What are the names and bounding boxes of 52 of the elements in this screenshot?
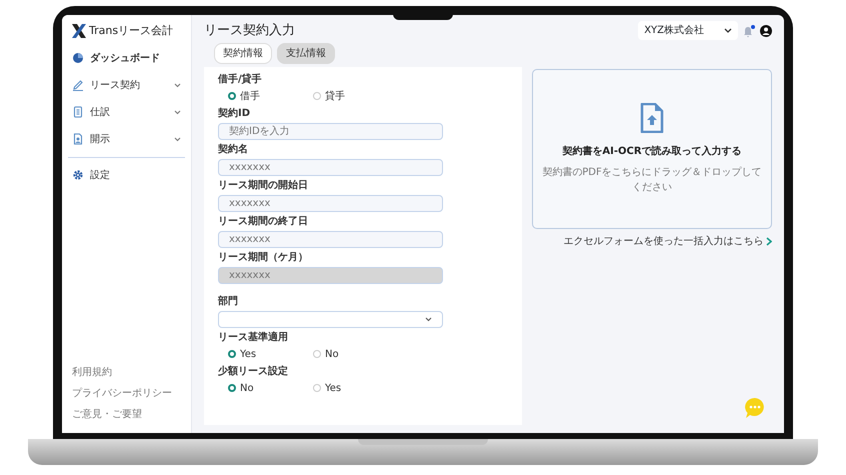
field-label: リース基準適用	[218, 330, 289, 344]
field-label: リース期間の終了日	[218, 214, 309, 228]
sidebar-item[interactable]: リース契約	[68, 72, 185, 98]
select-field[interactable]	[218, 310, 443, 328]
tab[interactable]: 支払情報	[277, 43, 335, 64]
chevron-down-icon	[174, 136, 181, 142]
footer-link[interactable]: ご意見・ご要望	[68, 404, 185, 425]
upload-title: 契約書をAI-OCRで読み取って入力する	[562, 144, 742, 159]
radio-option[interactable]: No	[228, 380, 298, 396]
chevron-down-icon	[174, 82, 181, 88]
user-icon[interactable]	[760, 24, 772, 37]
input-field[interactable]: xxxxxxx	[218, 194, 443, 212]
excel-bulk-input-link[interactable]: エクセルフォームを使った一括入力はこちら	[564, 234, 764, 249]
chevron-down-icon	[724, 28, 732, 34]
brand-name: Transリース会計	[89, 23, 174, 39]
dashboard-icon	[72, 52, 84, 64]
file-upload-icon	[640, 103, 664, 133]
chevron-down-icon	[425, 316, 432, 322]
pencil-icon	[72, 79, 84, 91]
field-label: 契約名	[218, 142, 249, 156]
radio-option[interactable]: 借手	[228, 88, 298, 104]
footer-link[interactable]: プライバシーポリシー	[68, 383, 185, 404]
input-field[interactable]: xxxxxxx	[218, 158, 443, 176]
input-field[interactable]: xxxxxxx	[218, 230, 443, 248]
sidebar-item[interactable]: 設定	[68, 162, 185, 188]
document-icon	[72, 106, 84, 118]
field-label: 部門	[218, 294, 239, 308]
upload-description: 契約書のPDFをこちらにドラッグ＆ドロップしてください	[541, 166, 763, 195]
field-label: 借手/貸手	[218, 72, 263, 86]
gear-icon	[72, 169, 84, 181]
radio-option[interactable]: Yes	[313, 380, 383, 396]
tab[interactable]: 契約情報	[214, 43, 272, 64]
field-label: 少額リース設定	[218, 364, 289, 378]
field-label: リース期間（ケ月）	[218, 250, 309, 264]
chevron-right-icon	[766, 237, 772, 246]
footer-link[interactable]: 利用規約	[68, 362, 185, 383]
logo-icon	[70, 23, 86, 40]
upload-dropzone[interactable]: 契約書をAI-OCRで読み取って入力する 契約書のPDFをこちらにドラッグ＆ドロップしてください	[532, 69, 772, 229]
sidebar-item[interactable]: ダッシュボード	[68, 44, 185, 72]
radio-option[interactable]: 貸手	[313, 88, 383, 104]
input-field[interactable]: 契約IDを入力	[218, 122, 443, 140]
company-select[interactable]: XYZ株式会社	[638, 21, 738, 40]
report-icon	[72, 133, 84, 145]
bell-icon	[743, 26, 753, 38]
radio-option[interactable]: Yes	[228, 346, 298, 362]
chevron-down-icon	[174, 110, 181, 114]
field-label: リース期間の開始日	[218, 178, 309, 192]
page-title: リース契約入力	[204, 22, 295, 40]
radio-option[interactable]: No	[313, 346, 383, 362]
sidebar-item[interactable]: 開示	[68, 126, 185, 152]
sidebar-item[interactable]: 仕訳	[68, 98, 185, 126]
field-label: 契約ID	[218, 106, 252, 120]
